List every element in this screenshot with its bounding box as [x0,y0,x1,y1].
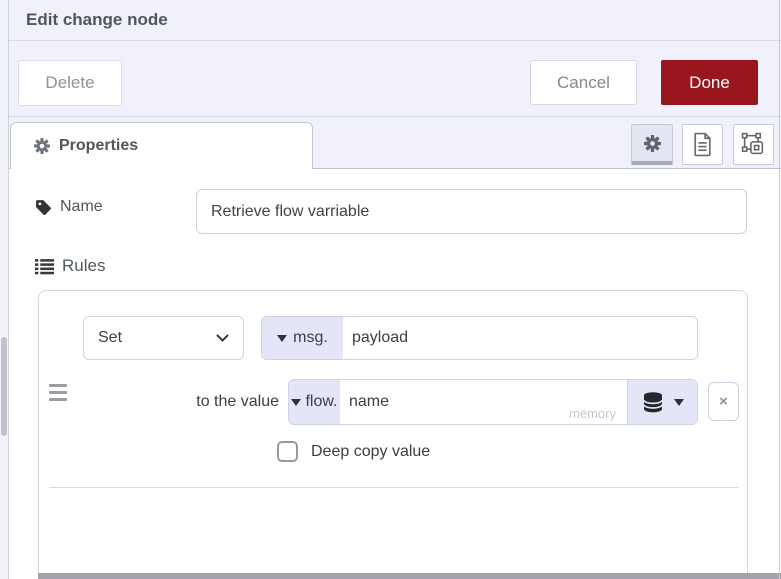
target-type-dropdown[interactable]: msg. [262,317,343,359]
source-property-input[interactable]: name memory [340,380,627,424]
rule-source-typed-input: flow. name memory [288,379,698,425]
context-store-button[interactable] [627,380,697,424]
rule-target-typed-input: msg. payload [261,316,698,360]
name-input[interactable] [196,189,747,234]
delete-button[interactable]: Delete [18,60,122,106]
appearance-section-button[interactable] [733,124,774,165]
cancel-button[interactable]: Cancel [530,60,637,105]
target-property-value: payload [352,329,409,346]
name-label-text: Name [60,198,103,215]
database-icon [641,391,665,413]
done-button[interactable]: Done [661,60,758,105]
rule-action-value: Set [98,329,123,346]
remove-rule-button[interactable]: × [708,382,739,421]
rule-action-select[interactable]: Set [83,316,244,360]
chevron-down-icon [216,334,229,343]
target-type-label: msg. [293,329,328,346]
description-section-button[interactable] [682,124,723,165]
gear-icon [643,134,661,152]
tab-properties-label: Properties [59,137,139,154]
dialog-right-border [779,0,780,579]
caret-down-icon [277,334,288,342]
caret-down-icon [291,398,302,406]
target-property-input[interactable]: payload [343,317,697,359]
left-scrollbar-track[interactable] [0,0,9,579]
gear-icon [34,138,50,154]
source-type-dropdown[interactable]: flow. [289,380,340,424]
tab-bar: Properties [9,117,781,169]
bottom-toolbar-edge [38,573,781,579]
deep-copy-option[interactable]: Deep copy value [277,441,430,462]
deep-copy-checkbox[interactable] [277,441,298,462]
dialog-header: Edit change node [9,0,781,41]
name-field-label: Name [35,198,103,216]
close-icon: × [719,393,728,410]
source-property-value: name [349,393,390,410]
list-icon [35,258,54,275]
properties-section-button[interactable] [631,124,673,165]
dialog-button-row: Delete Cancel Done [9,41,781,117]
rule-connector-label: to the value [196,393,279,410]
appearance-icon [741,132,766,157]
rules-section-label: Rules [35,256,105,276]
store-hint-label: memory [569,406,616,421]
tag-icon [35,199,52,216]
tab-properties[interactable]: Properties [10,122,313,169]
rule-container: Set msg. payload to the value flow. name… [38,290,748,579]
rule-divider [49,487,739,488]
left-scrollbar-thumb[interactable] [1,337,7,436]
edit-change-node-dialog: Edit change node Delete Cancel Done Prop… [0,0,781,579]
deep-copy-label: Deep copy value [311,442,431,460]
dialog-title: Edit change node [26,10,168,29]
description-icon [692,132,713,157]
source-type-label: flow. [305,393,338,410]
caret-down-icon [674,398,684,406]
rule-drag-handle[interactable] [49,384,67,401]
rules-label-text: Rules [62,256,106,275]
